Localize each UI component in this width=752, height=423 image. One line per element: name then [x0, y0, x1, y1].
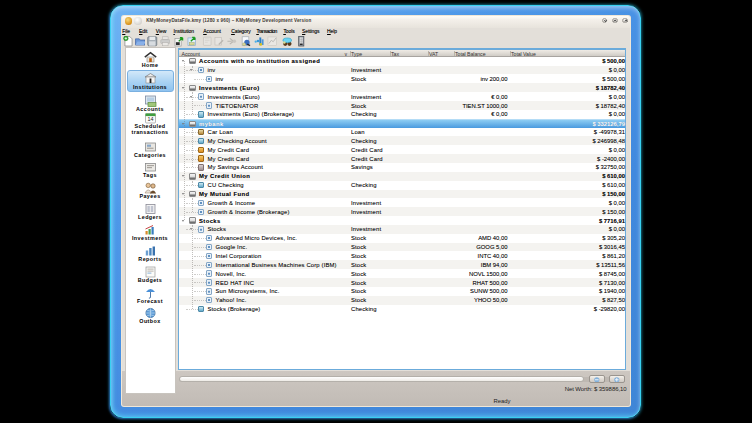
svg-text:14: 14: [147, 116, 153, 122]
